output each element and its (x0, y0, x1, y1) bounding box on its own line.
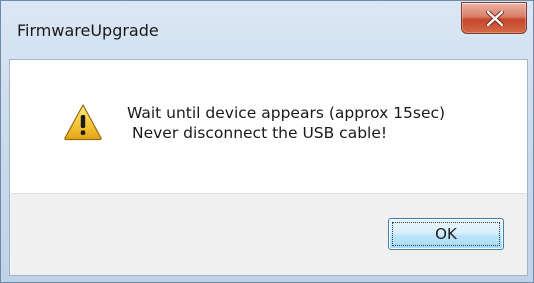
message-line-1: Wait until device appears (approx 15sec) (127, 104, 446, 122)
close-x-icon (486, 11, 504, 26)
warning-icon (64, 104, 102, 141)
message-text: Wait until device appears (approx 15sec)… (127, 103, 445, 143)
ok-button[interactable]: OK (388, 218, 504, 250)
ok-button-label: OK (435, 225, 457, 243)
window-title: FirmwareUpgrade (17, 21, 159, 40)
message-dialog-window: FirmwareUpgrade Wait until device appear… (0, 0, 534, 283)
message-line-2: Never disconnect the USB cable! (132, 124, 388, 142)
close-button[interactable] (461, 2, 527, 34)
button-bar: OK (9, 193, 528, 276)
title-bar[interactable]: FirmwareUpgrade (1, 1, 533, 59)
message-area: Wait until device appears (approx 15sec)… (9, 59, 528, 193)
